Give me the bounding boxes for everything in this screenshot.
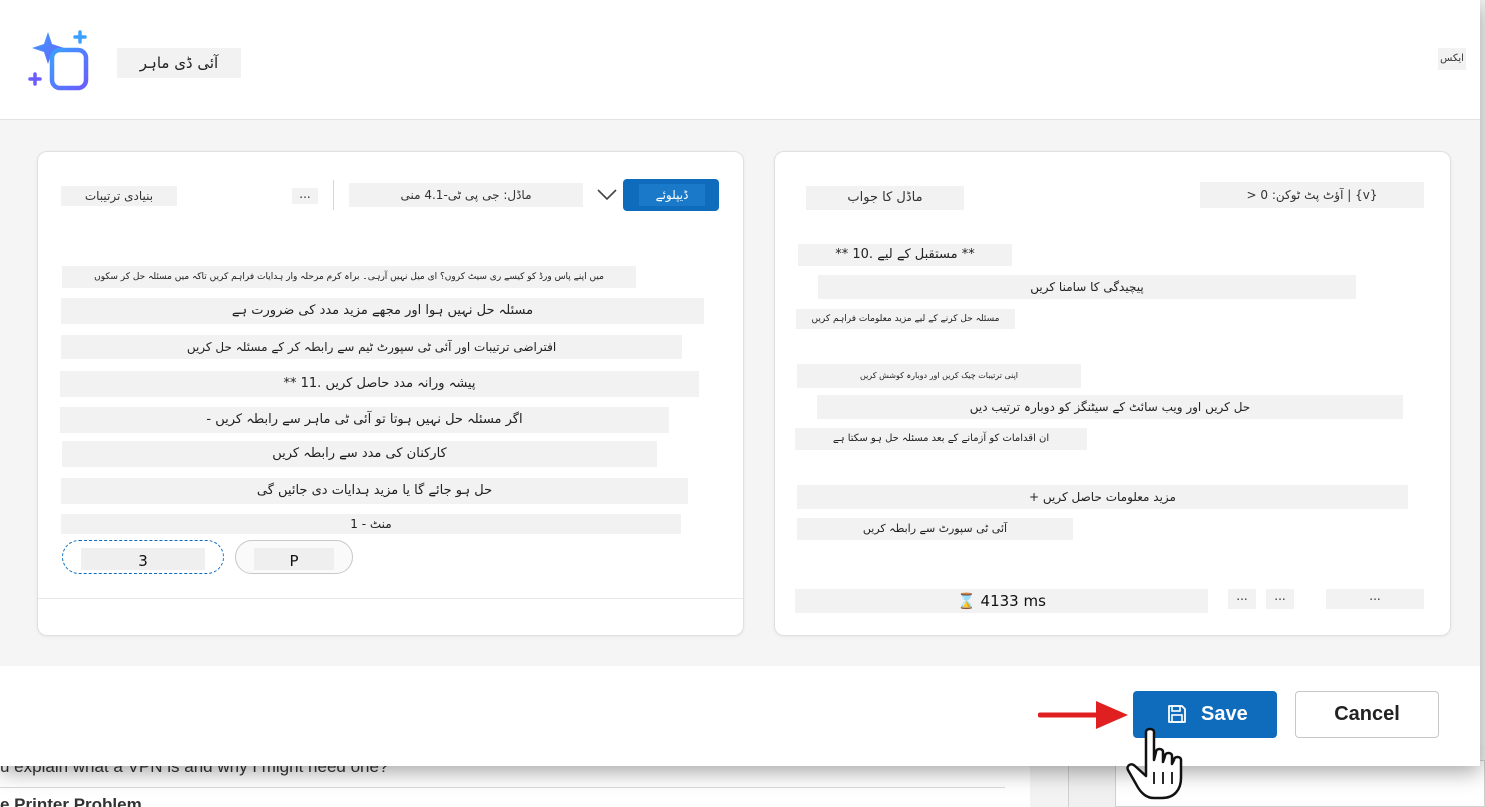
- background-chat-heading: e Printer Problem: [0, 795, 142, 807]
- output-tokens-indicator[interactable]: > آؤٹ پٹ ٹوکن: 0 | {v}: [1200, 182, 1424, 208]
- model-compare-dialog: آئی ڈی ماہر ایکس بنیادی ترتیبات ... ماڈل…: [0, 0, 1480, 766]
- save-button-label: Save: [1201, 703, 1248, 725]
- suggestion-pill[interactable]: P: [235, 540, 353, 574]
- response-line: پیچیدگی کا سامنا کریں: [818, 275, 1356, 299]
- chevron-down-icon[interactable]: [595, 182, 619, 206]
- prompt-line: افتراضی ترتیبات اور آئی ٹی سپورٹ ٹیم سے …: [61, 335, 682, 359]
- background-divider: [0, 787, 1005, 788]
- response-line: اپنی ترتیبات چیک کریں اور دوبارہ کوشش کر…: [797, 364, 1081, 388]
- prompt-line: کارکنان کی مدد سے رابطہ کریں: [62, 441, 657, 467]
- suggestion-pill[interactable]: 3: [62, 540, 224, 574]
- response-line: مسئلہ حل کرنے کے لیے مزید معلومات فراہم …: [796, 309, 1015, 329]
- response-line: ان اقدامات کو آزمانے کے بعد مسئلہ حل ہو …: [795, 428, 1087, 450]
- response-line: ** 10. مستقبل کے لیے **: [798, 244, 1012, 266]
- prompt-line: مسئلہ حل نہیں ہوا اور مجھے مزید مدد کی ض…: [61, 298, 704, 324]
- toolbar-separator: [333, 180, 334, 210]
- deploy-button-label: ڈیپلوئے: [639, 184, 705, 206]
- left-config-panel: بنیادی ترتیبات ... ماڈل: جی پی ٹی-4.1 من…: [37, 151, 744, 636]
- more-options-button[interactable]: ...: [292, 188, 318, 204]
- prompt-line: 1 - منٹ: [61, 514, 681, 534]
- close-button[interactable]: ایکس: [1438, 48, 1466, 70]
- prompt-line: ** 11. پیشہ ورانہ مدد حاصل کریں: [60, 371, 699, 397]
- like-icon[interactable]: ...: [1266, 589, 1294, 609]
- prompt-line: حل ہو جائے گا یا مزید ہدایات دی جائیں گی: [61, 478, 688, 504]
- response-line: حل کریں اور ویب سائٹ کے سیٹنگز کو دوبارہ…: [817, 395, 1403, 419]
- deploy-button[interactable]: ڈیپلوئے: [623, 179, 719, 211]
- pointer-arrow-icon: [1038, 701, 1128, 729]
- more-actions-dropdown[interactable]: ...: [1326, 589, 1424, 609]
- hand-cursor-icon: [1126, 727, 1183, 800]
- suggestion-pill-label: P: [254, 548, 334, 570]
- panel-divider: [38, 598, 743, 599]
- dialog-title: آئی ڈی ماہر: [117, 48, 241, 78]
- response-line: + مزید معلومات حاصل کریں: [797, 485, 1408, 509]
- copilot-sparkle-logo-icon: [28, 30, 89, 91]
- dialog-header: آئی ڈی ماہر ایکس: [0, 0, 1480, 120]
- right-response-panel: ماڈل کا جواب > آؤٹ پٹ ٹوکن: 0 | {v} ** 1…: [774, 151, 1451, 636]
- save-floppy-icon: [1168, 705, 1186, 723]
- copy-icon[interactable]: ...: [1228, 589, 1256, 609]
- tab-basic-settings[interactable]: بنیادی ترتیبات: [61, 186, 177, 206]
- model-select[interactable]: ماڈل: جی پی ٹی-4.1 منی: [349, 183, 583, 207]
- prompt-line: میں اپنے پاس ورڈ کو کیسے ری سیٹ کروں؟ ای…: [62, 266, 636, 288]
- response-header-label: ماڈل کا جواب: [806, 186, 964, 210]
- suggestion-pill-label: 3: [81, 548, 205, 570]
- prompt-line: - اگر مسئلہ حل نہیں ہوتا تو آئی ٹی ماہر …: [60, 407, 669, 433]
- response-line: آئی ٹی سپورٹ سے رابطہ کریں: [797, 518, 1073, 540]
- latency-indicator: ⌛ 4133 ms: [795, 589, 1208, 613]
- cancel-button[interactable]: Cancel: [1295, 691, 1439, 738]
